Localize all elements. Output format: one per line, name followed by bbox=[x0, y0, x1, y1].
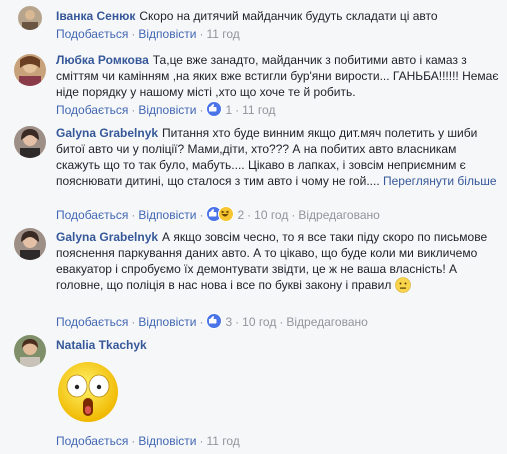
comment-actions: Подобається · Відповісти · 1 · 11 год bbox=[56, 101, 276, 117]
avatar[interactable] bbox=[14, 335, 46, 367]
like-reaction-icon[interactable] bbox=[206, 313, 223, 329]
comment-text: Скоро на дитячий майданчик будуть склада… bbox=[139, 9, 438, 23]
comment-timestamp[interactable]: 10 год bbox=[242, 315, 276, 329]
comment-author[interactable]: Galyna Grabelnyk bbox=[56, 126, 158, 140]
reply-button[interactable]: Відповісти bbox=[138, 27, 196, 41]
comment-author[interactable]: Іванка Сенюк bbox=[56, 9, 135, 23]
comment-author[interactable]: Любка Ромкова bbox=[56, 53, 149, 67]
avatar[interactable] bbox=[14, 54, 46, 86]
like-button[interactable]: Подобається bbox=[56, 315, 128, 329]
reply-button[interactable]: Відповісти bbox=[138, 103, 196, 117]
comment-author[interactable]: Galyna Grabelnyk bbox=[56, 230, 158, 244]
avatar[interactable] bbox=[14, 228, 46, 260]
comment-timestamp[interactable]: 11 год bbox=[206, 27, 239, 41]
comment-actions: Подобається · Відповісти · 11 год bbox=[56, 27, 240, 41]
reply-button[interactable]: Відповісти bbox=[138, 315, 196, 329]
like-reaction-icon[interactable] bbox=[206, 101, 223, 117]
comment-actions: Подобається · Відповісти · 2 · 10 год · Відредаг… bbox=[56, 206, 380, 222]
reply-button[interactable]: Відповісти bbox=[138, 208, 196, 222]
comment-actions: Подобається · Відповісти · 11 год bbox=[56, 434, 240, 448]
comment-body: Galyna Grabelnyk А якщо зовсім чесно, то … bbox=[56, 229, 499, 293]
comment-author[interactable]: Natalia Tkachyk bbox=[56, 338, 147, 352]
see-more-link[interactable]: Переглянути більше bbox=[383, 174, 497, 188]
comment-body: Galyna Grabelnyk Питання хто буде винним … bbox=[56, 125, 499, 189]
reply-button[interactable]: Відповісти bbox=[138, 434, 196, 448]
like-button[interactable]: Подобається bbox=[56, 434, 128, 448]
edited-label[interactable]: Відредаговано bbox=[298, 208, 379, 222]
like-button[interactable]: Подобається bbox=[56, 103, 128, 117]
comment-body: Natalia Tkachyk bbox=[56, 337, 499, 353]
comment-timestamp[interactable]: 11 год bbox=[242, 103, 275, 117]
like-button[interactable]: Подобається bbox=[56, 208, 128, 222]
edited-label[interactable]: Відредаговано bbox=[286, 315, 367, 329]
comment-timestamp[interactable]: 11 год bbox=[206, 434, 239, 448]
comment-timestamp[interactable]: 10 год bbox=[254, 208, 288, 222]
avatar[interactable] bbox=[14, 126, 46, 158]
like-button[interactable]: Подобається bbox=[56, 27, 128, 41]
shocked-sticker-icon bbox=[56, 360, 120, 424]
comment-actions: Подобається · Відповісти · 3 · 10 год · Відредаг… bbox=[56, 313, 368, 329]
comment-body: Любка Ромкова Та,це вже занадто, майданчи… bbox=[56, 52, 499, 100]
haha-reaction-icon[interactable] bbox=[218, 206, 235, 222]
avatar[interactable] bbox=[18, 6, 42, 30]
neutral-emoji-icon bbox=[394, 277, 411, 293]
comment-body: Іванка Сенюк Скоро на дитячий майданчик б… bbox=[56, 8, 499, 24]
